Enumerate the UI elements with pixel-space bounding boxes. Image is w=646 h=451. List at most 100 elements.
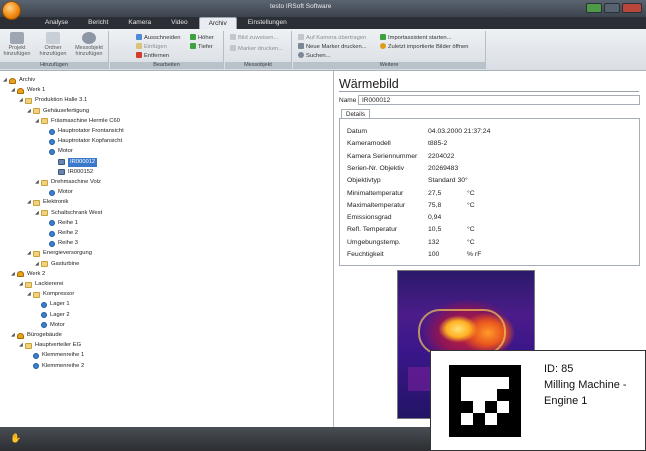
asset-icon: [49, 148, 55, 155]
tree-node[interactable]: Motor: [43, 147, 73, 156]
tree-node[interactable]: Motor: [35, 321, 65, 330]
print-marker-button[interactable]: Marker drucken...: [230, 45, 283, 53]
tab-bericht[interactable]: Bericht: [79, 17, 117, 29]
tab-archiv[interactable]: Archiv: [198, 17, 237, 29]
tree-node[interactable]: ◢ Schaltschrank West: [35, 209, 102, 218]
name-field[interactable]: IR000012: [358, 95, 640, 105]
tree-node[interactable]: ◢ Hauptverteiler EG: [19, 341, 81, 350]
tree-node[interactable]: Reihe 1: [43, 219, 78, 228]
marker-id-text: ID: 85 Milling Machine - Engine 1: [544, 363, 627, 407]
tree-node[interactable]: IR000152: [52, 168, 93, 177]
tree-node[interactable]: Hauptrotator Frontansicht: [43, 127, 124, 136]
tree-node[interactable]: ◢ Fräsmaschine Hermle C60: [35, 117, 120, 126]
expand-toggle-icon[interactable]: ◢: [35, 260, 40, 269]
tree-node[interactable]: ◢ Elektronik: [27, 198, 68, 207]
add-measure-object-button[interactable]: Messobjekt hinzufügen: [74, 32, 104, 57]
property-value: 10,5: [428, 226, 442, 234]
window-controls: [586, 3, 642, 13]
property-unit: °C: [467, 201, 475, 209]
tree-node[interactable]: Lager 1: [35, 300, 70, 309]
tree-node[interactable]: ◢ Drehmaschine Volz: [35, 178, 101, 187]
asset-icon: [49, 138, 55, 145]
details-tab-content: Datum 04.03.2000 21:37:24 Kameramodell t885…: [339, 118, 640, 266]
expand-toggle-icon[interactable]: ◢: [27, 290, 32, 299]
tree-node[interactable]: ◢ Gasturbine: [35, 260, 79, 269]
expand-toggle-icon[interactable]: ◢: [3, 76, 8, 85]
property-value: 100: [428, 251, 440, 258]
tab-analyse[interactable]: Analyse: [36, 17, 77, 29]
tree-node[interactable]: ◢ Lackiererei: [19, 280, 63, 289]
tree-node[interactable]: Lager 2: [35, 311, 70, 320]
maximize-button[interactable]: [604, 3, 620, 13]
expand-toggle-icon[interactable]: ◢: [11, 331, 16, 340]
property-label: Feuchtigkeit: [347, 251, 384, 258]
expand-toggle-icon[interactable]: ◢: [35, 209, 40, 218]
print-new-markers-button[interactable]: Neue Marker drucken...: [298, 43, 367, 51]
tree-node[interactable]: ◢ Produktion Halle 3.1: [19, 96, 87, 105]
tree-node-label: Gasturbine: [51, 260, 80, 267]
tab-kamera[interactable]: Kamera: [119, 17, 160, 29]
expand-toggle-icon[interactable]: ◢: [19, 96, 24, 105]
tree-node[interactable]: ◢ Bürogebäude: [11, 331, 62, 340]
property-value: 75,8: [428, 201, 442, 209]
tree-node[interactable]: IR000012: [52, 157, 98, 167]
tree-node[interactable]: ◢ Archiv: [3, 76, 35, 85]
paste-button[interactable]: Einfügen: [136, 43, 167, 51]
tree-node[interactable]: Klemmenreihe 1: [27, 351, 84, 360]
import-icon: [380, 34, 386, 40]
tree-node[interactable]: Motor: [43, 188, 73, 197]
tree-node[interactable]: Hauptrotator Kopfansicht: [43, 137, 122, 146]
import-wizard-button[interactable]: Importassistent starten...: [380, 34, 451, 42]
tree-node[interactable]: Klemmenreihe 2: [27, 362, 84, 371]
tree-node[interactable]: ◢ Kompressor: [27, 290, 74, 299]
folder-icon: [33, 250, 40, 257]
tree-node[interactable]: ◢ Werk 2: [11, 270, 45, 279]
open-last-imported-button[interactable]: Zuletzt importierte Bilder öffnen: [380, 43, 468, 51]
tree-node-label: Produktion Halle 3.1: [35, 97, 88, 104]
search-button[interactable]: Suchen...: [298, 52, 331, 60]
transfer-to-camera-button[interactable]: Auf Kamera übertragen: [298, 34, 366, 42]
tree-node[interactable]: Reihe 3: [43, 239, 78, 248]
minimize-button[interactable]: [586, 3, 602, 13]
move-down-button[interactable]: Tiefer: [190, 43, 213, 51]
ribbon: Projekt hinzufügen Ordner hinzufügen Mes…: [0, 29, 646, 71]
tree-node[interactable]: ◢ Werk 1: [11, 86, 45, 95]
expand-toggle-icon[interactable]: ◢: [19, 280, 24, 289]
expand-toggle-icon[interactable]: ◢: [19, 341, 24, 350]
tree-node[interactable]: ◢ Energieversorgung: [27, 249, 92, 258]
close-button[interactable]: [622, 3, 642, 13]
app-menu-icon[interactable]: [2, 1, 21, 20]
tab-video[interactable]: Video: [162, 17, 197, 29]
tree-node-label: Klemmenreihe 1: [42, 352, 85, 359]
image-icon: [58, 159, 65, 166]
remove-button[interactable]: Entfernen: [136, 52, 169, 60]
marker-card: ID: 85 Milling Machine - Engine 1: [430, 350, 646, 451]
tree-node[interactable]: ◢ Gehäusefertigung: [27, 107, 89, 116]
expand-toggle-icon[interactable]: ◢: [27, 198, 32, 207]
thermal-hotspot: [418, 309, 506, 355]
add-folder-button[interactable]: Ordner hinzufügen: [38, 32, 68, 57]
property-label: Datum: [347, 128, 368, 135]
add-project-button[interactable]: Projekt hinzufügen: [2, 32, 32, 57]
assign-image-button[interactable]: Bild zuweisen...: [230, 34, 278, 42]
folder-icon: [33, 199, 40, 206]
folder-add-icon: [46, 32, 60, 44]
asset-icon: [41, 312, 47, 319]
tab-einstellungen[interactable]: Einstellungen: [239, 17, 296, 29]
tree-node[interactable]: Reihe 2: [43, 229, 78, 238]
expand-toggle-icon[interactable]: ◢: [27, 249, 32, 258]
building-icon: [17, 271, 24, 278]
move-up-button[interactable]: Höher: [190, 34, 214, 42]
archive-icon: [9, 77, 16, 84]
expand-toggle-icon[interactable]: ◢: [11, 270, 16, 279]
expand-toggle-icon[interactable]: ◢: [27, 107, 32, 116]
expand-toggle-icon[interactable]: ◢: [11, 86, 16, 95]
search-icon: [298, 52, 304, 58]
cut-button[interactable]: Ausschneiden: [136, 34, 180, 42]
asset-icon: [49, 189, 55, 196]
asset-icon: [49, 230, 55, 237]
expand-toggle-icon[interactable]: ◢: [35, 178, 40, 187]
expand-toggle-icon[interactable]: ◢: [35, 117, 40, 126]
asset-icon: [49, 128, 55, 135]
property-unit: °C: [467, 189, 475, 197]
